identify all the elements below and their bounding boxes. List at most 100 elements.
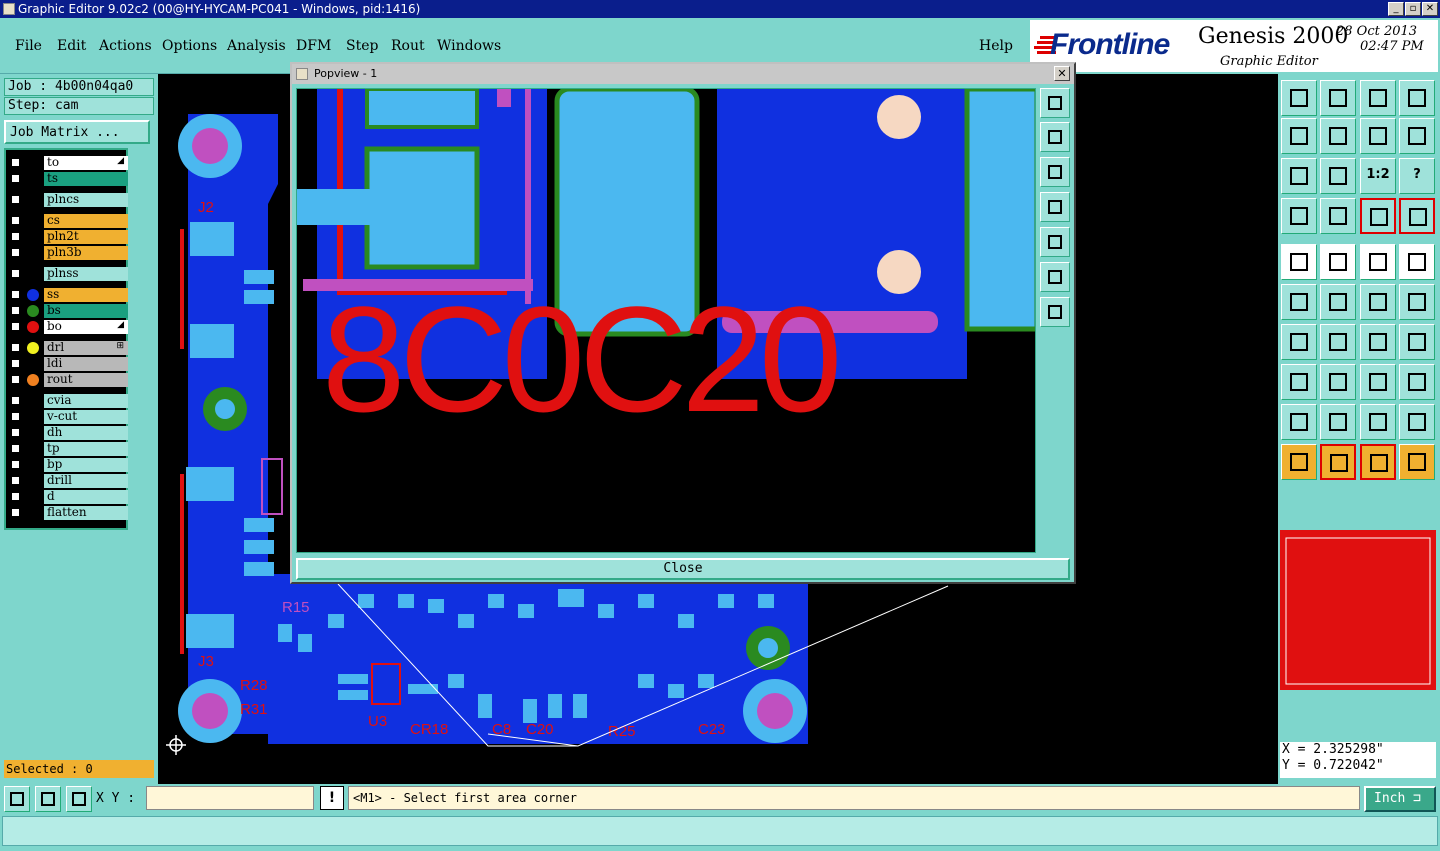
home-tool-button[interactable] <box>1360 80 1396 116</box>
layer-checkbox[interactable] <box>10 395 21 406</box>
snap-red2-tool-button[interactable] <box>1399 198 1435 234</box>
layer-row-cs[interactable]: cs <box>10 214 128 229</box>
popview-close-x[interactable]: ✕ <box>1054 66 1070 81</box>
layer-checkbox[interactable] <box>10 374 21 385</box>
snap-red-tool-button[interactable] <box>1360 198 1396 234</box>
layer-checkbox[interactable] <box>10 475 21 486</box>
rotate-tool-button[interactable] <box>1360 324 1396 360</box>
menu-file[interactable]: File <box>15 38 42 54</box>
menu-dfm[interactable]: DFM <box>296 38 331 54</box>
layer-checkbox[interactable] <box>10 247 21 258</box>
angle-tool-button[interactable] <box>1281 324 1317 360</box>
layer-row-d[interactable]: d <box>10 490 128 505</box>
layer-checkbox[interactable] <box>10 358 21 369</box>
layer-row-ldi[interactable]: ldi <box>10 357 128 372</box>
menu-windows[interactable]: Windows <box>437 38 501 54</box>
layer-checkbox[interactable] <box>10 215 21 226</box>
menu-help[interactable]: Help <box>979 38 1013 54</box>
view-tool-button[interactable] <box>1399 364 1435 400</box>
pointer-box-tool-button[interactable] <box>1320 444 1356 480</box>
layer-checkbox[interactable] <box>10 305 21 316</box>
layer-row-pln2t[interactable]: pln2t <box>10 230 128 245</box>
layer-checkbox[interactable] <box>10 491 21 502</box>
layer-row-tp[interactable]: tp <box>10 442 128 457</box>
help-tool-button[interactable]: ? <box>1399 158 1435 194</box>
layer-row-to[interactable]: to ◢ <box>10 156 128 171</box>
exclaim-button[interactable]: ! <box>320 786 344 810</box>
tri-4-tool-button[interactable] <box>1399 404 1435 440</box>
ratio-tool-button[interactable]: 1:2 <box>1360 158 1396 194</box>
minimize-button[interactable]: _ <box>1388 2 1404 16</box>
move-down-tool-button[interactable] <box>1320 80 1356 116</box>
close-window-button[interactable]: ✕ <box>1422 2 1438 16</box>
layer-checkbox[interactable] <box>10 157 21 168</box>
job-matrix-button[interactable]: Job Matrix ... <box>4 120 150 144</box>
layer-row-flatten[interactable]: flatten <box>10 506 128 521</box>
layer-row-ts[interactable]: ts <box>10 172 128 187</box>
popview-tool-4[interactable] <box>1040 192 1070 222</box>
route-tool-button[interactable] <box>1399 444 1435 480</box>
layer-row-dh[interactable]: dh <box>10 426 128 441</box>
move-left-tool-button[interactable] <box>1281 118 1317 154</box>
layer-checkbox[interactable] <box>10 231 21 242</box>
split-tool-button[interactable] <box>1399 80 1435 116</box>
popview-close-button[interactable]: Close <box>296 558 1070 580</box>
rulers-tool-button[interactable] <box>1281 198 1317 234</box>
maximize-button[interactable]: ▫ <box>1405 2 1421 16</box>
flip-tool-button[interactable] <box>1399 324 1435 360</box>
layer-row-drl[interactable]: drl ⊞ <box>10 341 128 356</box>
line-tool-tool-button[interactable] <box>1320 324 1356 360</box>
command-line[interactable] <box>2 816 1438 846</box>
tri-2-tool-button[interactable] <box>1320 404 1356 440</box>
layer-row-pln3b[interactable]: pln3b <box>10 246 128 261</box>
draw-line-tool-button[interactable] <box>1320 244 1356 280</box>
popview-tool-2[interactable] <box>1040 122 1070 152</box>
measure-tool-button[interactable] <box>1320 364 1356 400</box>
popview-tool-1[interactable] <box>1040 88 1070 118</box>
layer-row-plnss[interactable]: plnss <box>10 267 128 282</box>
pin-blue-tool-button[interactable] <box>1360 284 1396 320</box>
layer-checkbox[interactable] <box>10 342 21 353</box>
pointer-filled-tool-button[interactable] <box>1360 444 1396 480</box>
layer-row-v-cut[interactable]: v-cut <box>10 410 128 425</box>
layer-row-drill[interactable]: drill <box>10 474 128 489</box>
ruler-tool-button[interactable] <box>1360 244 1396 280</box>
snap-tool-2[interactable] <box>35 786 61 812</box>
zoom-fit-tool-button[interactable] <box>1360 118 1396 154</box>
popview-tool-6[interactable] <box>1040 262 1070 292</box>
place-tool-button[interactable] <box>1281 364 1317 400</box>
snap-tool-1[interactable] <box>4 786 30 812</box>
unit-select[interactable]: Inch ⊐ <box>1364 786 1436 812</box>
zoom-area-tool-button[interactable] <box>1399 118 1435 154</box>
layer-checkbox[interactable] <box>10 427 21 438</box>
layer-row-bs[interactable]: bs <box>10 304 128 319</box>
menu-actions[interactable]: Actions <box>99 38 152 54</box>
popview-tool-3[interactable] <box>1040 157 1070 187</box>
pin-red-tool-button[interactable] <box>1399 284 1435 320</box>
layer-checkbox[interactable] <box>10 507 21 518</box>
layer-checkbox[interactable] <box>10 321 21 332</box>
layer-row-bo[interactable]: bo ◢ <box>10 320 128 335</box>
popview-canvas[interactable]: 8C0C20 <box>296 88 1036 553</box>
menu-rout[interactable]: Rout <box>391 38 425 54</box>
layer-checkbox[interactable] <box>10 194 21 205</box>
dimension-tool-button[interactable] <box>1360 364 1396 400</box>
snap-tool-3[interactable] <box>66 786 92 812</box>
xy-input[interactable] <box>146 786 314 810</box>
layer-row-plncs[interactable]: plncs <box>10 193 128 208</box>
net-tool-button[interactable] <box>1281 284 1317 320</box>
layer-checkbox[interactable] <box>10 411 21 422</box>
fit-board-tool-button[interactable] <box>1281 158 1317 194</box>
layer-row-ss[interactable]: ss <box>10 288 128 303</box>
zoom-in-tool-button[interactable] <box>1320 158 1356 194</box>
move-right-tool-button[interactable] <box>1320 118 1356 154</box>
menu-edit[interactable]: Edit <box>57 38 86 54</box>
layer-row-cvia[interactable]: cvia <box>10 394 128 409</box>
layer-checkbox[interactable] <box>10 443 21 454</box>
select-arrow-tool-button[interactable] <box>1281 244 1317 280</box>
popview-tool-5[interactable] <box>1040 227 1070 257</box>
cross-tool-button[interactable] <box>1320 284 1356 320</box>
menu-analysis[interactable]: Analysis <box>227 38 286 54</box>
layer-checkbox[interactable] <box>10 268 21 279</box>
layer-checkbox[interactable] <box>10 459 21 470</box>
